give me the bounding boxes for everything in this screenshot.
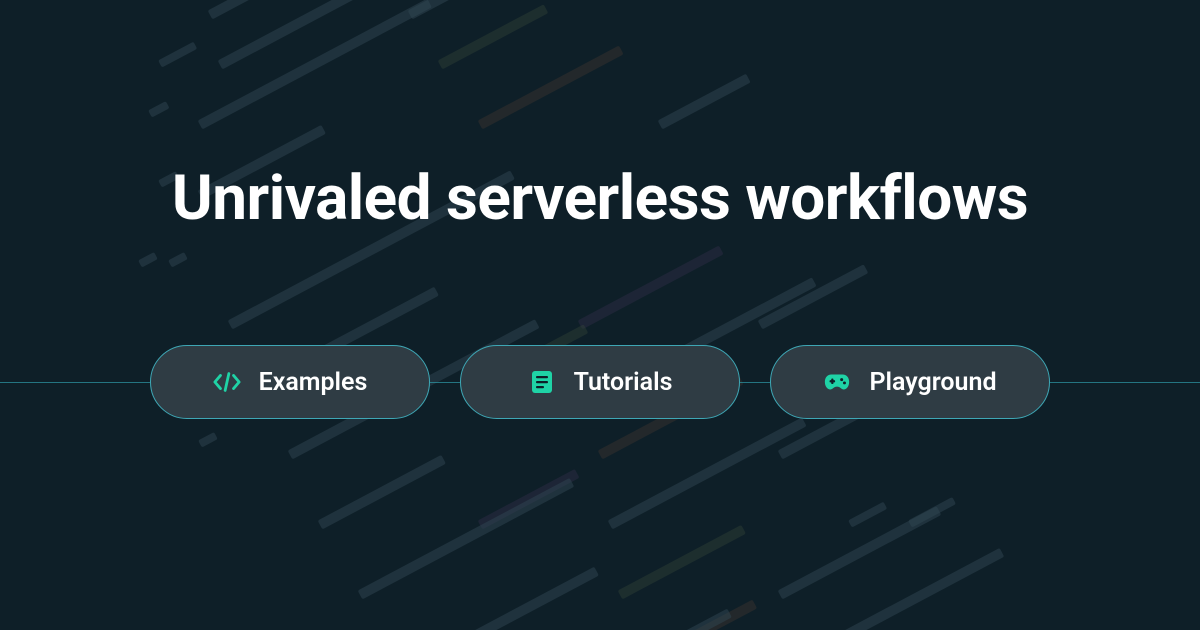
pill-row-container: Examples Tutorials [0, 343, 1200, 421]
playground-label: Playground [869, 368, 996, 397]
tutorials-label: Tutorials [574, 368, 673, 397]
hero-headline: Unrivaled serverless workflows [172, 162, 1028, 235]
tutorials-button[interactable]: Tutorials [460, 345, 740, 419]
examples-label: Examples [259, 368, 368, 397]
examples-button[interactable]: Examples [150, 345, 430, 419]
pill-row: Examples Tutorials [0, 343, 1200, 421]
playground-button[interactable]: Playground [770, 345, 1050, 419]
gamepad-icon [823, 368, 851, 396]
book-icon [528, 368, 556, 396]
code-icon [213, 368, 241, 396]
